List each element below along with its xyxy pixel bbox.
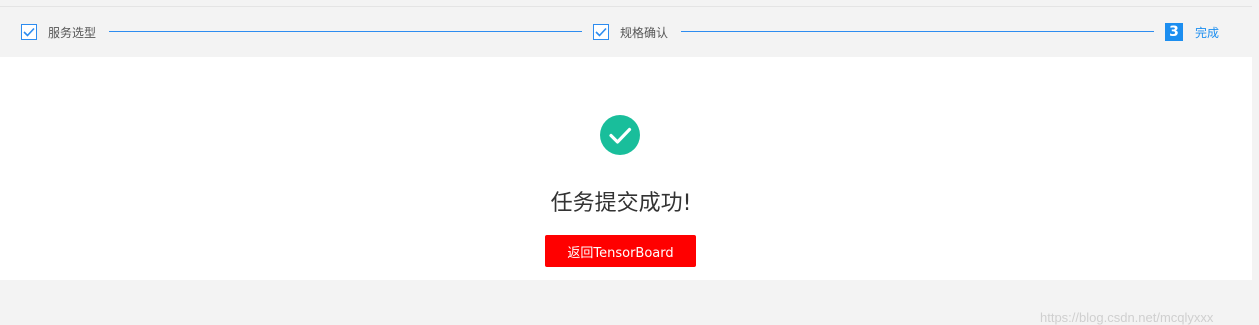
scrollbar-track[interactable] <box>1252 0 1259 280</box>
success-message: 任务提交成功! <box>550 191 692 216</box>
result-panel: 任务提交成功! 返回TensorBoard https://blog.csdn.… <box>0 57 1252 325</box>
step-label: 完成 <box>1195 25 1220 40</box>
checkbox-checked-icon <box>593 24 609 40</box>
step-label: 规格确认 <box>620 25 669 40</box>
step-progress-bar: 服务选型 规格确认 3 完成 <box>0 7 1252 57</box>
step-service-selection[interactable]: 服务选型 <box>21 22 96 42</box>
step-label: 服务选型 <box>48 25 97 40</box>
step-spec-confirm[interactable]: 规格确认 <box>593 22 668 42</box>
back-to-tensorboard-button[interactable]: 返回TensorBoard <box>545 235 696 267</box>
step-number: 3 <box>1165 23 1183 41</box>
checkbox-checked-icon <box>21 24 37 40</box>
step-complete[interactable]: 3 完成 <box>1165 22 1219 42</box>
watermark-text: https://blog.csdn.net/mcqlyxxx <box>1040 310 1214 325</box>
step-connector <box>681 31 1154 32</box>
success-check-icon <box>600 115 640 155</box>
step-connector <box>109 31 582 32</box>
